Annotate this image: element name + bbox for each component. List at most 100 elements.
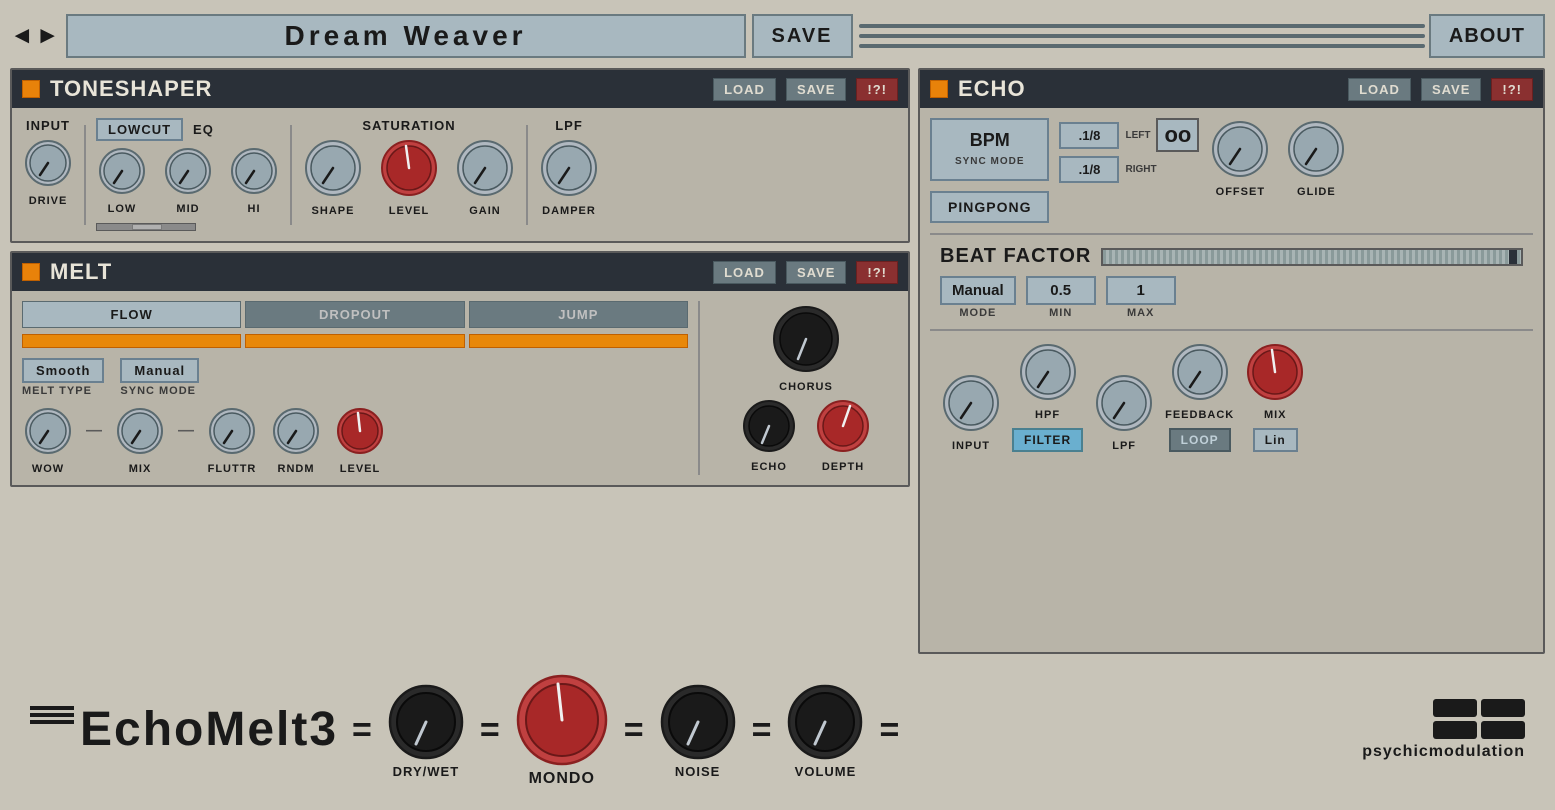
melt-title: MELT: [50, 259, 703, 285]
echo-lpf-knob[interactable]: [1093, 372, 1155, 434]
lin-badge[interactable]: Lin: [1253, 428, 1298, 452]
volume-knob-item: VOLUME: [785, 682, 865, 779]
melt-danger-button[interactable]: !?!: [856, 261, 898, 284]
echo-input-knob[interactable]: [940, 372, 1002, 434]
echo-knob[interactable]: [740, 397, 798, 455]
save-button-top[interactable]: SAVE: [752, 14, 853, 58]
right-label: RIGHT: [1125, 164, 1156, 175]
preset-name[interactable]: Dream Weaver: [66, 14, 746, 58]
hpf-knob-item: HPF FILTER: [1012, 341, 1083, 452]
beat-min-box[interactable]: 0.5: [1026, 276, 1096, 305]
toneshaper-indicator: [22, 80, 40, 98]
melt-bar-1: [22, 334, 241, 348]
drive-label: DRIVE: [29, 195, 68, 207]
lowcut-badge[interactable]: LOWCUT: [96, 118, 183, 141]
eq-slider[interactable]: [96, 223, 196, 231]
echo-load-button[interactable]: LOAD: [1348, 78, 1411, 101]
echo-bottom-knobs: INPUT HPF FILTER: [940, 341, 1523, 452]
low-knob[interactable]: [96, 145, 148, 197]
glide-knob-item: GLIDE: [1285, 118, 1347, 198]
glide-knob[interactable]: [1285, 118, 1347, 180]
damper-knob[interactable]: [538, 137, 600, 199]
section-divider-2: [290, 125, 292, 225]
melt-load-button[interactable]: LOAD: [713, 261, 776, 284]
shape-knob[interactable]: [302, 137, 364, 199]
progress-line-3: [859, 44, 1425, 48]
drive-knob[interactable]: [22, 137, 74, 189]
echo-save-button[interactable]: SAVE: [1421, 78, 1481, 101]
melt-tab-flow[interactable]: FLOW: [22, 301, 241, 328]
echo-content: BPM SYNC MODE PINGPONG .1/8 LEFT: [920, 108, 1543, 472]
fluttr-label: FLUTTR: [208, 463, 257, 475]
eq-knobs: LOW MID: [96, 145, 280, 215]
echo-danger-button[interactable]: !?!: [1491, 78, 1533, 101]
filter-badge[interactable]: FILTER: [1012, 428, 1083, 452]
logo-stripe-2: [30, 713, 74, 717]
noise-label: NOISE: [675, 764, 720, 779]
echo-mix-knob[interactable]: [1244, 341, 1306, 403]
beat-slider[interactable]: [1101, 248, 1523, 266]
pm-squares: [1433, 699, 1525, 739]
melt-save-button[interactable]: SAVE: [786, 261, 846, 284]
about-button[interactable]: ABOUT: [1429, 14, 1545, 58]
nav-prev-button[interactable]: ◄: [10, 22, 34, 50]
fluttr-knob[interactable]: [206, 405, 258, 457]
right-delay-row: .1/8 RIGHT: [1059, 156, 1199, 183]
offset-knob[interactable]: [1209, 118, 1271, 180]
echo-title: ECHO: [958, 76, 1338, 102]
chorus-knob[interactable]: [770, 303, 842, 375]
noise-knob[interactable]: [658, 682, 738, 762]
echo-mix-label: MIX: [1264, 409, 1287, 421]
melt-indicator: [22, 263, 40, 281]
left-delay-badge[interactable]: .1/8: [1059, 122, 1119, 149]
loop-badge[interactable]: LOOP: [1169, 428, 1231, 452]
melt-type-group: Smooth MELT TYPE: [22, 358, 104, 397]
volume-knob[interactable]: [785, 682, 865, 762]
rndm-knob[interactable]: [270, 405, 322, 457]
toneshaper-load-button[interactable]: LOAD: [713, 78, 776, 101]
toneshaper-save-button[interactable]: SAVE: [786, 78, 846, 101]
echo-panel: ECHO LOAD SAVE !?! BPM SYNC MODE PINGPO: [918, 68, 1545, 654]
beat-max-box[interactable]: 1: [1106, 276, 1176, 305]
toneshaper-danger-button[interactable]: !?!: [856, 78, 898, 101]
bpm-box[interactable]: BPM SYNC MODE: [930, 118, 1049, 181]
wow-knob-item: WOW: [22, 405, 74, 475]
logo-stripe-group: [30, 706, 74, 754]
depth-label: DEPTH: [822, 461, 864, 473]
saturation-knobs: SHAPE LEVEL: [302, 137, 516, 217]
beat-mode-box[interactable]: Manual: [940, 276, 1016, 305]
melt-tab-jump[interactable]: JUMP: [469, 301, 688, 328]
hpf-knob[interactable]: [1017, 341, 1079, 403]
nav-next-button[interactable]: ►: [36, 22, 60, 50]
mid-knob[interactable]: [162, 145, 214, 197]
drywet-knob[interactable]: [386, 682, 466, 762]
echo-label: ECHO: [751, 461, 787, 473]
gain-knob[interactable]: [454, 137, 516, 199]
depth-knob[interactable]: [814, 397, 872, 455]
mix-knob[interactable]: [114, 405, 166, 457]
drive-knob-item: DRIVE: [22, 137, 74, 207]
logo-stripe-3: [30, 720, 74, 724]
hi-knob[interactable]: [228, 145, 280, 197]
melt-tab-dropout[interactable]: DROPOUT: [245, 301, 464, 328]
mondo-knob[interactable]: [514, 672, 610, 768]
logo-stripes: EchoMelt3: [30, 706, 338, 754]
sync-mode-badge[interactable]: Manual: [120, 358, 199, 383]
right-delay-badge[interactable]: .1/8: [1059, 156, 1119, 183]
beat-max-group: 1 MAX: [1106, 276, 1176, 319]
sat-level-knob[interactable]: [378, 137, 440, 199]
feedback-knob[interactable]: [1169, 341, 1231, 403]
feedback-label: FEEDBACK: [1165, 409, 1234, 421]
sync-mode-group: Manual SYNC MODE: [120, 358, 199, 397]
progress-lines: [859, 24, 1425, 48]
wow-knob[interactable]: [22, 405, 74, 457]
infinity-symbol[interactable]: oo: [1156, 118, 1199, 152]
equals-1: =: [352, 711, 372, 750]
pm-right-squares: [1481, 699, 1525, 739]
depth-knob-item: DEPTH: [814, 397, 872, 473]
beat-mode-label: MODE: [959, 307, 996, 319]
melt-level-knob[interactable]: [334, 405, 386, 457]
wow-label: WOW: [32, 463, 64, 475]
pingpong-badge[interactable]: PINGPONG: [930, 191, 1049, 223]
melt-type-badge[interactable]: Smooth: [22, 358, 104, 383]
